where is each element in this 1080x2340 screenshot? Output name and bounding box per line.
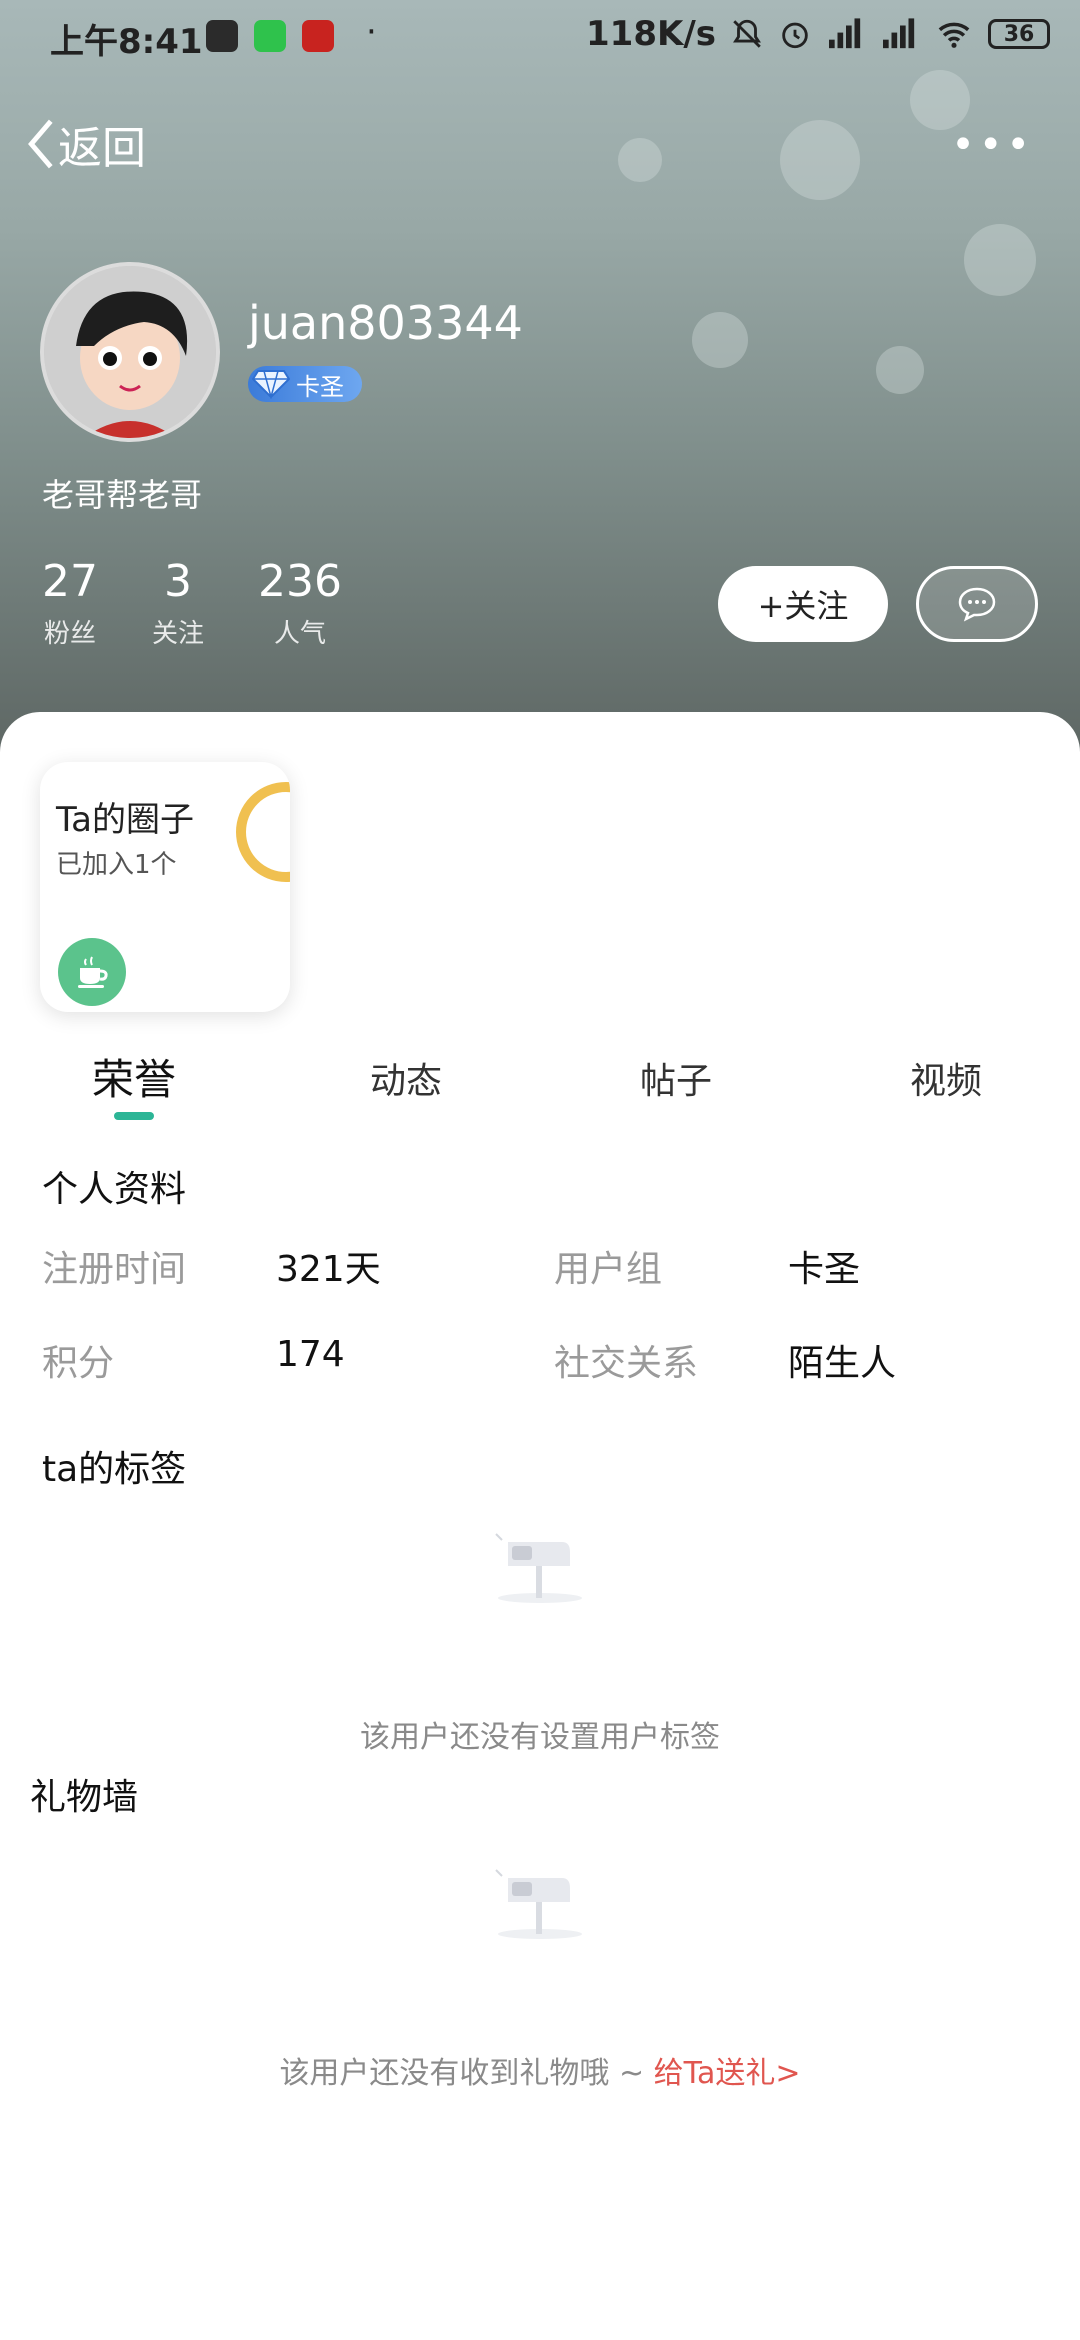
active-tab-indicator	[114, 1112, 154, 1120]
stat-label: 关注	[152, 619, 205, 649]
info-key: 用户组	[554, 1249, 663, 1290]
profile-header: 上午8:41 · 118K/s 36 返回 ••• juan803344 卡圣 …	[0, 0, 1080, 760]
stat-fans[interactable]: 27 粉丝	[42, 556, 98, 650]
back-label: 返回	[58, 123, 146, 174]
battery-level: 36	[1003, 21, 1035, 47]
chevron-left-icon	[28, 119, 53, 169]
status-time: 上午8:41	[50, 22, 203, 62]
stat-following[interactable]: 3 关注	[152, 556, 204, 650]
circle-card[interactable]: Ta的圈子 已加入1个	[40, 762, 290, 1012]
info-key: 注册时间	[42, 1249, 187, 1290]
wifi-icon	[938, 22, 970, 48]
info-key: 积分	[42, 1343, 115, 1384]
message-button[interactable]	[916, 566, 1038, 642]
app-notification-icon	[302, 20, 334, 52]
battery-icon: 36	[988, 19, 1050, 49]
floral-background	[618, 70, 1036, 394]
stat-number: 3	[164, 556, 192, 607]
tags-title: ta的标签	[42, 1449, 187, 1490]
chat-bubble-icon	[958, 587, 996, 622]
profile-content: Ta的圈子 已加入1个 荣誉 动态 帖子 视频 个人资料 注册时间 321天 用…	[0, 712, 1080, 2340]
signal-icon	[829, 18, 861, 49]
back-button[interactable]: 返回	[24, 112, 146, 176]
more-icon[interactable]: •••	[951, 122, 1034, 168]
personal-info-title: 个人资料	[42, 1169, 187, 1210]
info-value: 陌生人	[788, 1343, 897, 1384]
info-row: 注册时间 321天 用户组 卡圣	[0, 1240, 1080, 1290]
diamond-icon	[252, 370, 290, 399]
dot-icon: ·	[366, 12, 377, 52]
notification-app-icon	[206, 20, 238, 52]
bio: 老哥帮老哥	[42, 476, 203, 514]
follow-button[interactable]: +关注	[718, 566, 888, 642]
stat-label: 人气	[274, 619, 327, 649]
empty-mailbox-icon	[495, 1533, 582, 1603]
tags-empty-text: 该用户还没有设置用户标签	[360, 1720, 720, 1755]
alarm-icon	[782, 22, 808, 49]
gifts-empty-label: 该用户还没有收到礼物哦 ~	[279, 2056, 654, 2091]
circle-card-title: Ta的圈子	[56, 800, 194, 840]
avatar[interactable]	[40, 262, 220, 442]
signal-icon-2	[883, 18, 915, 49]
circle-logo-icon	[236, 782, 290, 882]
stat-number: 27	[42, 556, 98, 607]
circle-card-subtitle: 已加入1个	[56, 850, 177, 880]
send-gift-link[interactable]: 给Ta送礼>	[654, 2056, 801, 2091]
info-value: 321天	[276, 1249, 381, 1290]
mute-icon	[733, 19, 761, 48]
level-badge: 卡圣	[248, 366, 362, 402]
info-key: 社交关系	[554, 1343, 699, 1384]
stat-number: 236	[258, 556, 342, 607]
coffee-cup-icon	[58, 938, 126, 1006]
info-value: 174	[276, 1334, 345, 1375]
wechat-icon	[254, 20, 286, 52]
tab-honor[interactable]: 荣誉	[92, 1046, 176, 1107]
tab-videos[interactable]: 视频	[910, 1052, 982, 1104]
info-row: 积分 174 社交关系 陌生人	[0, 1334, 1080, 1384]
tab-posts[interactable]: 帖子	[640, 1052, 712, 1104]
empty-mailbox-icon	[495, 1869, 582, 1939]
stats-row: 27 粉丝 3 关注 236 人气	[42, 556, 342, 650]
tab-activity[interactable]: 动态	[370, 1052, 442, 1104]
info-value: 卡圣	[788, 1249, 861, 1290]
stat-label: 粉丝	[43, 619, 96, 649]
status-bar: 上午8:41 · 118K/s 36	[0, 0, 1080, 70]
badge-label: 卡圣	[296, 372, 344, 401]
username: juan803344	[248, 296, 523, 350]
net-speed: 118K/s	[586, 14, 716, 54]
profile-tabs: 荣誉 动态 帖子 视频	[0, 1042, 1080, 1122]
stat-popularity: 236 人气	[258, 556, 342, 650]
gifts-empty-text: 该用户还没有收到礼物哦 ~ 给Ta送礼>	[0, 2048, 1080, 2092]
gift-wall-title: 礼物墙	[30, 1777, 139, 1818]
avatar-image	[44, 266, 216, 438]
